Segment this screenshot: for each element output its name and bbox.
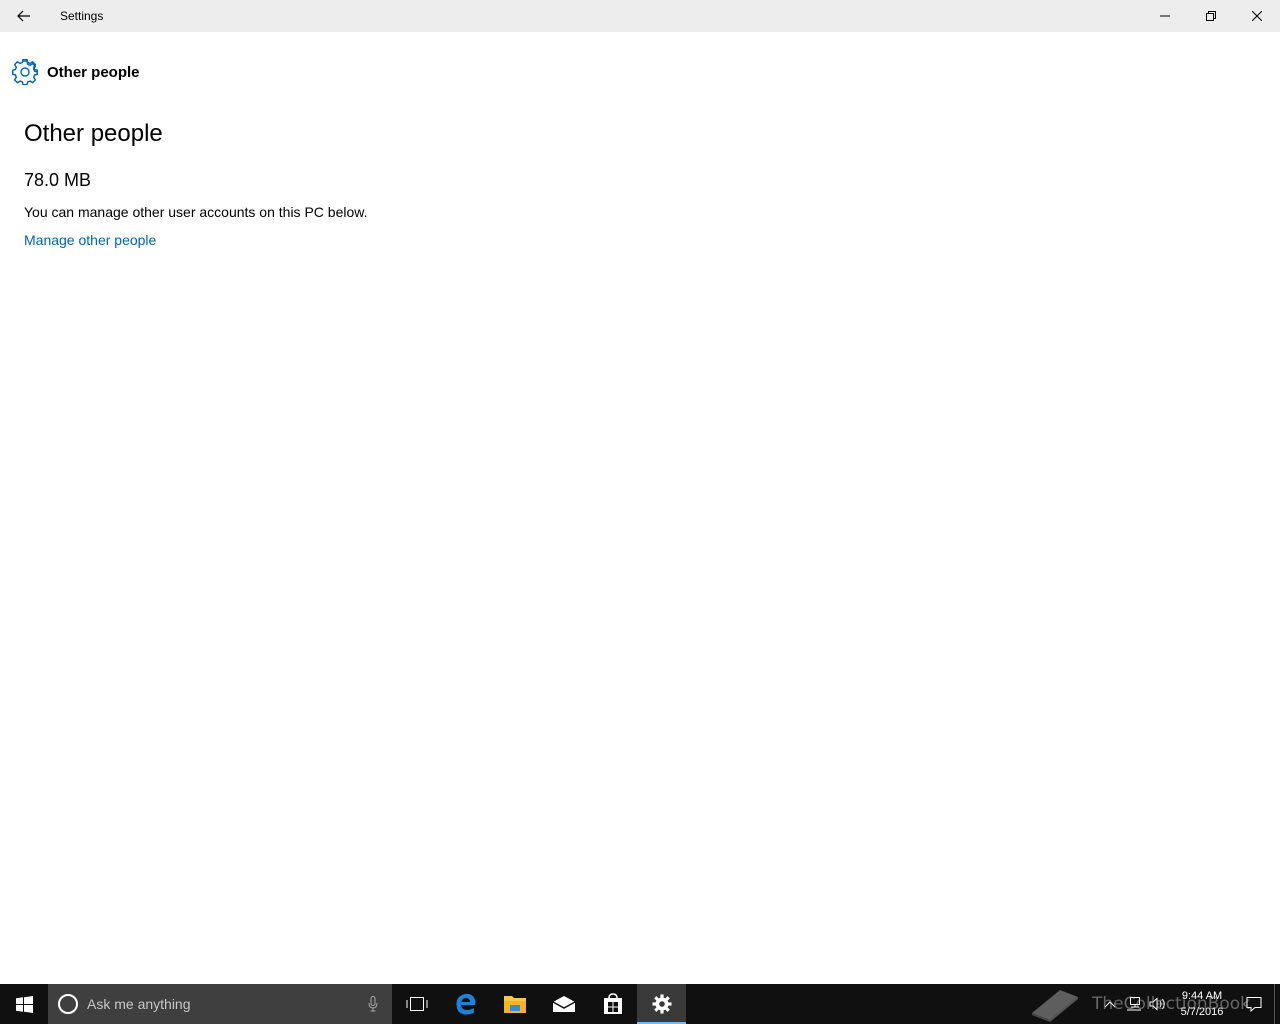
- app-title: Settings: [60, 9, 104, 23]
- settings-icon: [652, 994, 671, 1014]
- back-button[interactable]: [0, 0, 48, 32]
- page-header-title: Other people: [47, 63, 140, 81]
- search-placeholder: Ask me anything: [87, 996, 191, 1012]
- clock-time: 9:44 AM: [1181, 990, 1223, 1002]
- chevron-up-icon: [1104, 1001, 1116, 1008]
- start-button[interactable]: [0, 984, 48, 1024]
- microphone-icon[interactable]: [368, 996, 378, 1012]
- volume-button[interactable]: [1146, 984, 1170, 1024]
- edge-button[interactable]: [441, 984, 490, 1024]
- restore-button[interactable]: [1188, 0, 1234, 32]
- minimize-icon: [1160, 15, 1170, 17]
- edge-icon: [455, 993, 475, 1015]
- close-button[interactable]: [1234, 0, 1280, 32]
- clock[interactable]: 9:44 AM 5/7/2016: [1170, 988, 1234, 1020]
- search-box[interactable]: Ask me anything: [48, 984, 392, 1024]
- description-text: You can manage other user accounts on th…: [24, 204, 368, 220]
- gear-icon: [12, 59, 38, 85]
- title-bar: Settings: [0, 0, 1280, 32]
- network-button[interactable]: [1122, 984, 1146, 1024]
- mail-button[interactable]: [539, 984, 588, 1024]
- file-explorer-icon: [503, 996, 526, 1013]
- taskbar: Ask me anything 9:44 AM 5/7/2016: [0, 984, 1280, 1024]
- action-center-icon: [1246, 997, 1262, 1012]
- store-button[interactable]: [588, 984, 637, 1024]
- network-icon: [1127, 997, 1141, 1011]
- task-view-icon: [406, 997, 427, 1011]
- volume-icon: [1149, 997, 1165, 1011]
- file-explorer-button[interactable]: [490, 984, 539, 1024]
- minimize-button[interactable]: [1142, 0, 1188, 32]
- show-desktop-button[interactable]: [1274, 984, 1280, 1024]
- task-view-button[interactable]: [392, 984, 441, 1024]
- cortana-icon: [58, 994, 78, 1014]
- close-icon: [1252, 11, 1262, 21]
- settings-taskbar-button[interactable]: [637, 984, 686, 1024]
- windows-logo-icon: [15, 995, 33, 1013]
- size-value: 78.0 MB: [24, 170, 92, 190]
- action-center-button[interactable]: [1234, 984, 1274, 1024]
- store-icon: [603, 993, 622, 1014]
- system-tray: 9:44 AM 5/7/2016: [1098, 984, 1280, 1024]
- page-header: Other people: [12, 59, 140, 85]
- clock-date: 5/7/2016: [1180, 1006, 1224, 1018]
- back-arrow-icon: [17, 10, 30, 22]
- section-title: Other people: [24, 120, 163, 147]
- tray-overflow-button[interactable]: [1098, 984, 1122, 1024]
- restore-icon: [1206, 11, 1216, 21]
- mail-icon: [552, 996, 575, 1012]
- window-controls: [1142, 0, 1280, 32]
- manage-other-people-link[interactable]: Manage other people: [24, 232, 156, 248]
